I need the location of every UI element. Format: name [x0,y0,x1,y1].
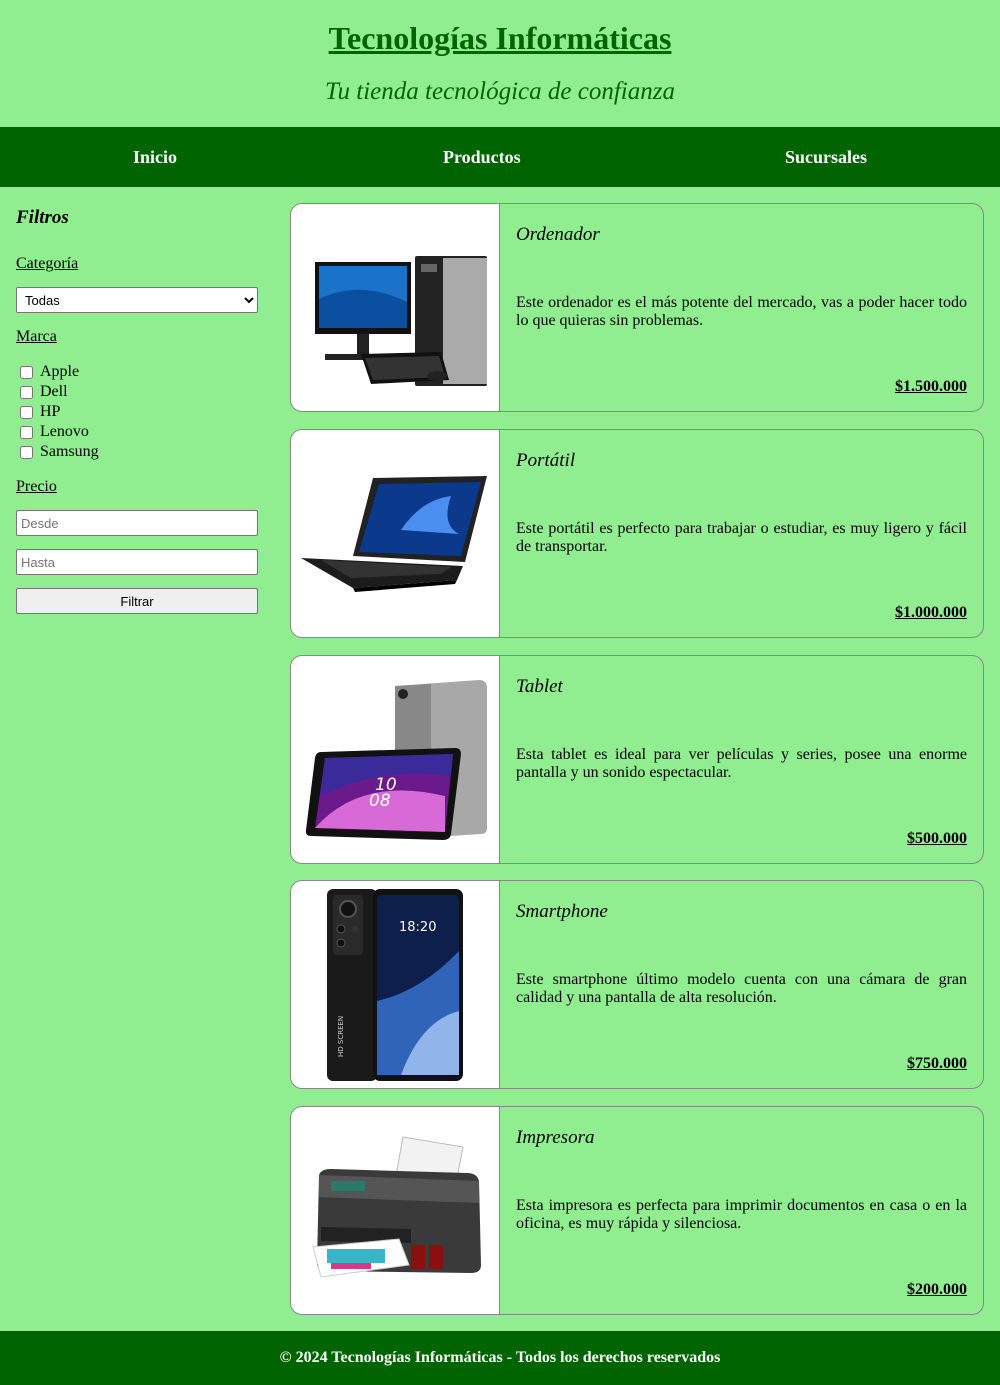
tablet-image: 10 08 [291,656,500,863]
brand-item-lenovo[interactable]: Lenovo [16,422,89,442]
smartphone-image: HD SCREEN 18:20 [291,881,500,1088]
product-name: Portátil [516,450,576,471]
brand-label: Marca [16,328,57,345]
nav-inicio[interactable]: Inicio [133,147,177,168]
printer-image [291,1107,500,1314]
product-name: Tablet [516,676,563,697]
tablet-screen-minute: 08 [369,791,391,811]
product-card: 10 08 Tablet Esta tablet es ideal para v… [290,655,984,864]
product-name: Ordenador [516,224,600,245]
category-select[interactable]: Todas [16,287,258,313]
product-description: Este smartphone último modelo cuenta con… [516,971,967,1006]
product-price[interactable]: $1.500.000 [895,378,967,396]
brand-text-dell: Dell [40,383,68,400]
site-title: Tecnologías Informáticas [328,20,672,56]
category-label: Categoría [16,255,79,272]
brand-checkbox-hp[interactable] [20,405,33,419]
brand-checkbox-apple[interactable] [20,365,33,379]
product-card: Ordenador Este ordenador es el más poten… [290,203,984,412]
brand-text-lenovo: Lenovo [40,423,89,440]
product-name: Smartphone [516,901,608,922]
product-description: Esta impresora es perfecta para imprimir… [516,1197,967,1232]
brand-item-dell[interactable]: Dell [16,382,68,402]
phone-screen-time: 18:20 [399,920,436,935]
brand-text-hp: HP [40,403,61,420]
product-price[interactable]: $1.000.000 [895,604,967,622]
brand-checkbox-lenovo[interactable] [20,425,33,439]
phone-side-text: HD SCREEN [337,1016,345,1057]
brand-item-samsung[interactable]: Samsung [16,442,99,462]
desktop-computer-image [291,204,500,411]
price-label: Precio [16,478,57,495]
price-from-input[interactable] [16,510,258,536]
brand-checkbox-dell[interactable] [20,385,33,399]
brand-checkbox-samsung[interactable] [20,445,33,459]
main-nav: Inicio Productos Sucursales [0,127,1000,187]
site-header: Tecnologías Informáticas Tu tienda tecno… [0,0,1000,127]
product-price[interactable]: $200.000 [907,1281,967,1299]
product-description: Este ordenador es el más potente del mer… [516,294,967,329]
product-card: Impresora Esta impresora es perfecta par… [290,1106,984,1315]
footer-text: © 2024 Tecnologías Informáticas - Todos … [279,1349,721,1366]
product-description: Esta tablet es ideal para ver películas … [516,746,967,781]
product-name: Impresora [516,1127,595,1148]
nav-productos[interactable]: Productos [443,147,521,168]
product-price[interactable]: $500.000 [907,830,967,848]
brand-text-samsung: Samsung [40,443,99,460]
product-card: HD SCREEN 18:20 Smartphone Este smartpho… [290,880,984,1089]
brand-text-apple: Apple [40,363,80,380]
brand-item-hp[interactable]: HP [16,402,60,422]
product-description: Este portátil es perfecto para trabajar … [516,520,967,555]
filters-title: Filtros [16,207,69,228]
filter-button[interactable]: Filtrar [16,588,258,614]
nav-sucursales[interactable]: Sucursales [785,147,867,168]
product-price[interactable]: $750.000 [907,1055,967,1073]
product-card: Portátil Este portátil es perfecto para … [290,429,984,638]
site-footer: © 2024 Tecnologías Informáticas - Todos … [0,1331,1000,1385]
laptop-image [291,430,500,637]
price-to-input[interactable] [16,549,258,575]
site-tagline: Tu tienda tecnológica de confianza [325,78,675,105]
brand-item-apple[interactable]: Apple [16,362,79,382]
